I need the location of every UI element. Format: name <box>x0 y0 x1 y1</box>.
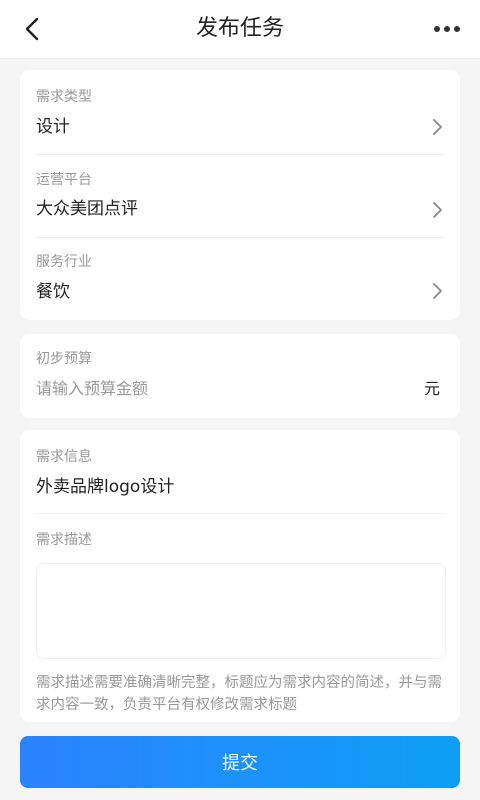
demand-info-value[interactable]: 外卖品牌logo设计 <box>36 476 174 498</box>
industry-row[interactable]: 服务行业 餐饮 <box>36 237 444 320</box>
budget-unit: 元 <box>423 379 440 398</box>
basic-info-card: 需求类型 设计 运营平台 大众美团点评 服务行业 餐饮 <box>20 70 460 320</box>
page-title: 发布任务 <box>195 16 284 41</box>
demand-desc-box <box>36 563 446 659</box>
more-button[interactable] <box>432 18 462 40</box>
budget-card: 初步预算 元 <box>20 334 460 418</box>
top-nav-bar: 发布任务 <box>0 0 480 59</box>
industry-label: 服务行业 <box>36 254 92 270</box>
budget-label: 初步预算 <box>36 351 92 367</box>
budget-input[interactable] <box>36 378 396 400</box>
platform-row[interactable]: 运营平台 大众美团点评 <box>36 154 444 237</box>
chevron-right-icon <box>430 282 444 300</box>
chevron-right-icon <box>430 201 444 219</box>
demand-type-label: 需求类型 <box>36 89 92 105</box>
demand-info-label: 需求信息 <box>36 449 92 465</box>
platform-label: 运营平台 <box>36 172 92 188</box>
demand-desc-label: 需求描述 <box>36 532 92 548</box>
demand-info-card: 需求信息 外卖品牌logo设计 需求描述 需求描述需要准确清晰完整，标题应为需求… <box>20 430 460 722</box>
divider <box>36 513 444 514</box>
platform-value: 大众美团点评 <box>36 199 138 219</box>
chevron-right-icon <box>430 118 444 136</box>
demand-type-row[interactable]: 需求类型 设计 <box>36 70 444 154</box>
demand-desc-hint: 需求描述需要准确清晰完整，标题应为需求内容的简述，并与需求内容一致，负责平台有权… <box>36 675 442 713</box>
demand-type-value: 设计 <box>36 117 70 137</box>
more-dots-icon <box>432 18 462 40</box>
demand-desc-textarea[interactable] <box>37 564 445 658</box>
submit-button[interactable]: 提交 <box>20 736 460 788</box>
industry-value: 餐饮 <box>36 282 70 302</box>
